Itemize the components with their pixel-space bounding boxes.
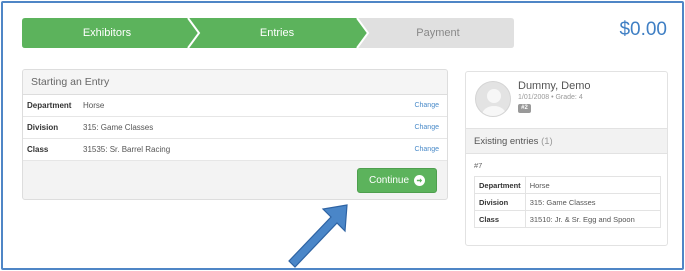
row-value: 31535: Sr. Barrel Racing [83, 145, 171, 154]
arrow-circle-right-icon [414, 175, 426, 186]
entry-row-department: Department Horse Change [23, 95, 447, 117]
change-class-link[interactable]: Change [414, 139, 439, 161]
table-label: Department [474, 176, 526, 194]
exhibitor-details: 1/01/2008 • Grade: 4 [518, 94, 583, 101]
entry-form-title: Starting an Entry [23, 70, 447, 95]
table-value: Horse [524, 176, 662, 194]
entry-row-class: Class 31535: Sr. Barrel Racing Change [23, 139, 447, 161]
table-label: Class [474, 210, 526, 228]
step-payment: Payment [416, 27, 460, 39]
exhibitor-panel: Dummy, Demo 1/01/2008 • Grade: 4 #2 Exis… [465, 71, 668, 246]
entry-row-division: Division 315: Game Classes Change [23, 117, 447, 139]
progress-steps: Exhibitors Entries Payment [22, 18, 514, 48]
annotation-pointer-arrow [288, 204, 348, 268]
existing-entry-table: Department Horse Division 315: Game Clas… [474, 176, 662, 228]
continue-button[interactable]: Continue [357, 168, 437, 193]
row-value: 315: Game Classes [83, 123, 154, 132]
change-department-link[interactable]: Change [414, 95, 439, 117]
existing-entries-header: Existing entries (1) [466, 128, 667, 154]
exhibitor-name: Dummy, Demo [518, 80, 591, 92]
table-row: Division 315: Game Classes [474, 193, 662, 211]
table-row: Class 31510: Jr. & Sr. Egg and Spoon [474, 210, 662, 228]
entry-number: #7 [474, 161, 483, 170]
existing-entries-count: (1) [541, 136, 553, 147]
continue-label: Continue [368, 175, 410, 186]
change-division-link[interactable]: Change [414, 117, 439, 139]
row-label: Class [27, 145, 49, 154]
avatar [475, 81, 511, 117]
table-label: Division [474, 193, 526, 211]
exhibitor-badge: #2 [518, 104, 531, 113]
table-value: 315: Game Classes [524, 193, 662, 211]
table-value: 31510: Jr. & Sr. Egg and Spoon [524, 210, 662, 228]
step-entries[interactable]: Entries [192, 18, 362, 48]
order-total: $0.00 [619, 19, 667, 40]
step-exhibitors[interactable]: Exhibitors [22, 18, 192, 48]
table-row: Department Horse [474, 176, 662, 194]
user-silhouette-icon [482, 89, 506, 116]
row-value: Horse [83, 101, 105, 110]
row-label: Division [27, 123, 59, 132]
row-label: Department [27, 101, 72, 110]
existing-entries-label: Existing entries [474, 136, 539, 147]
